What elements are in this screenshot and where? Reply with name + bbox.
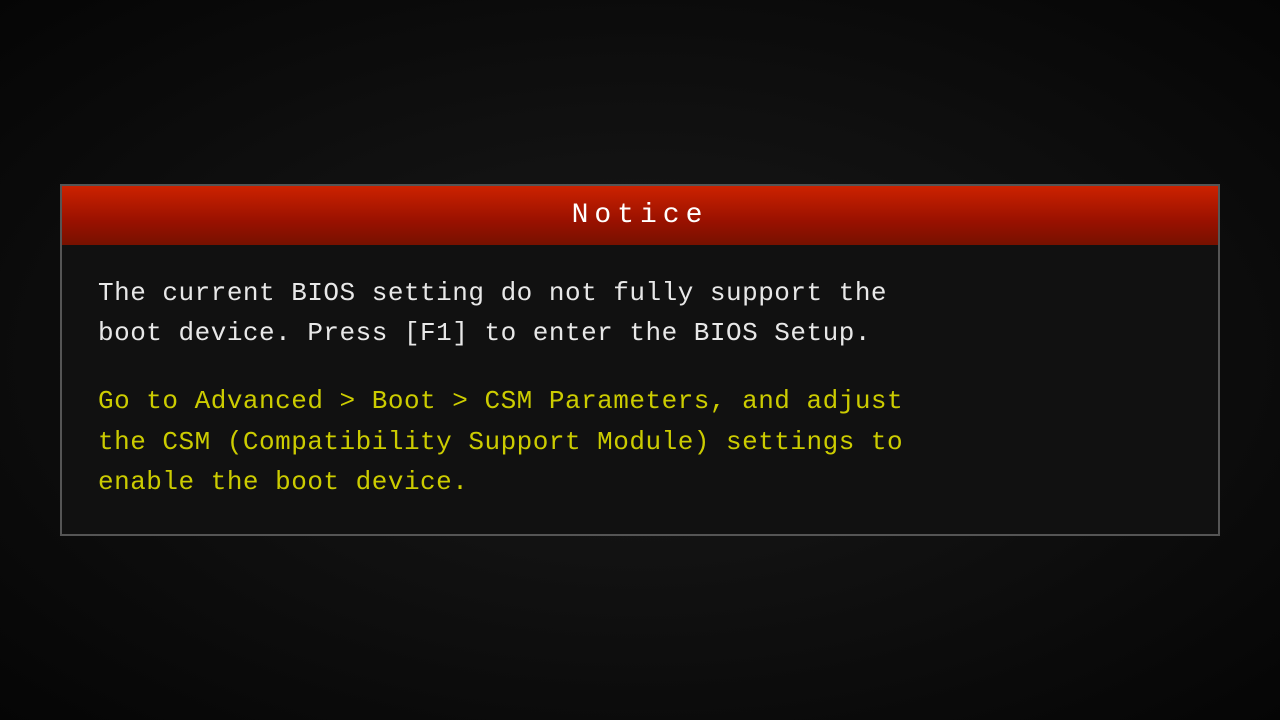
notice-body: The current BIOS setting do not fully su…	[62, 245, 1218, 534]
notice-yellow-text: Go to Advanced > Boot > CSM Parameters, …	[98, 381, 1182, 502]
notice-title: Notice	[572, 200, 709, 231]
notice-yellow-line2: the CSM (Compatibility Support Module) s…	[98, 422, 1182, 462]
notice-white-text: The current BIOS setting do not fully su…	[98, 273, 1182, 354]
notice-white-line2: boot device. Press [F1] to enter the BIO…	[98, 313, 1182, 353]
screen-background: Notice The current BIOS setting do not f…	[0, 0, 1280, 720]
notice-yellow-line3: enable the boot device.	[98, 462, 1182, 502]
notice-dialog: Notice The current BIOS setting do not f…	[60, 184, 1220, 536]
notice-yellow-line1: Go to Advanced > Boot > CSM Parameters, …	[98, 381, 1182, 421]
notice-header: Notice	[62, 186, 1218, 245]
notice-white-line1: The current BIOS setting do not fully su…	[98, 273, 1182, 313]
